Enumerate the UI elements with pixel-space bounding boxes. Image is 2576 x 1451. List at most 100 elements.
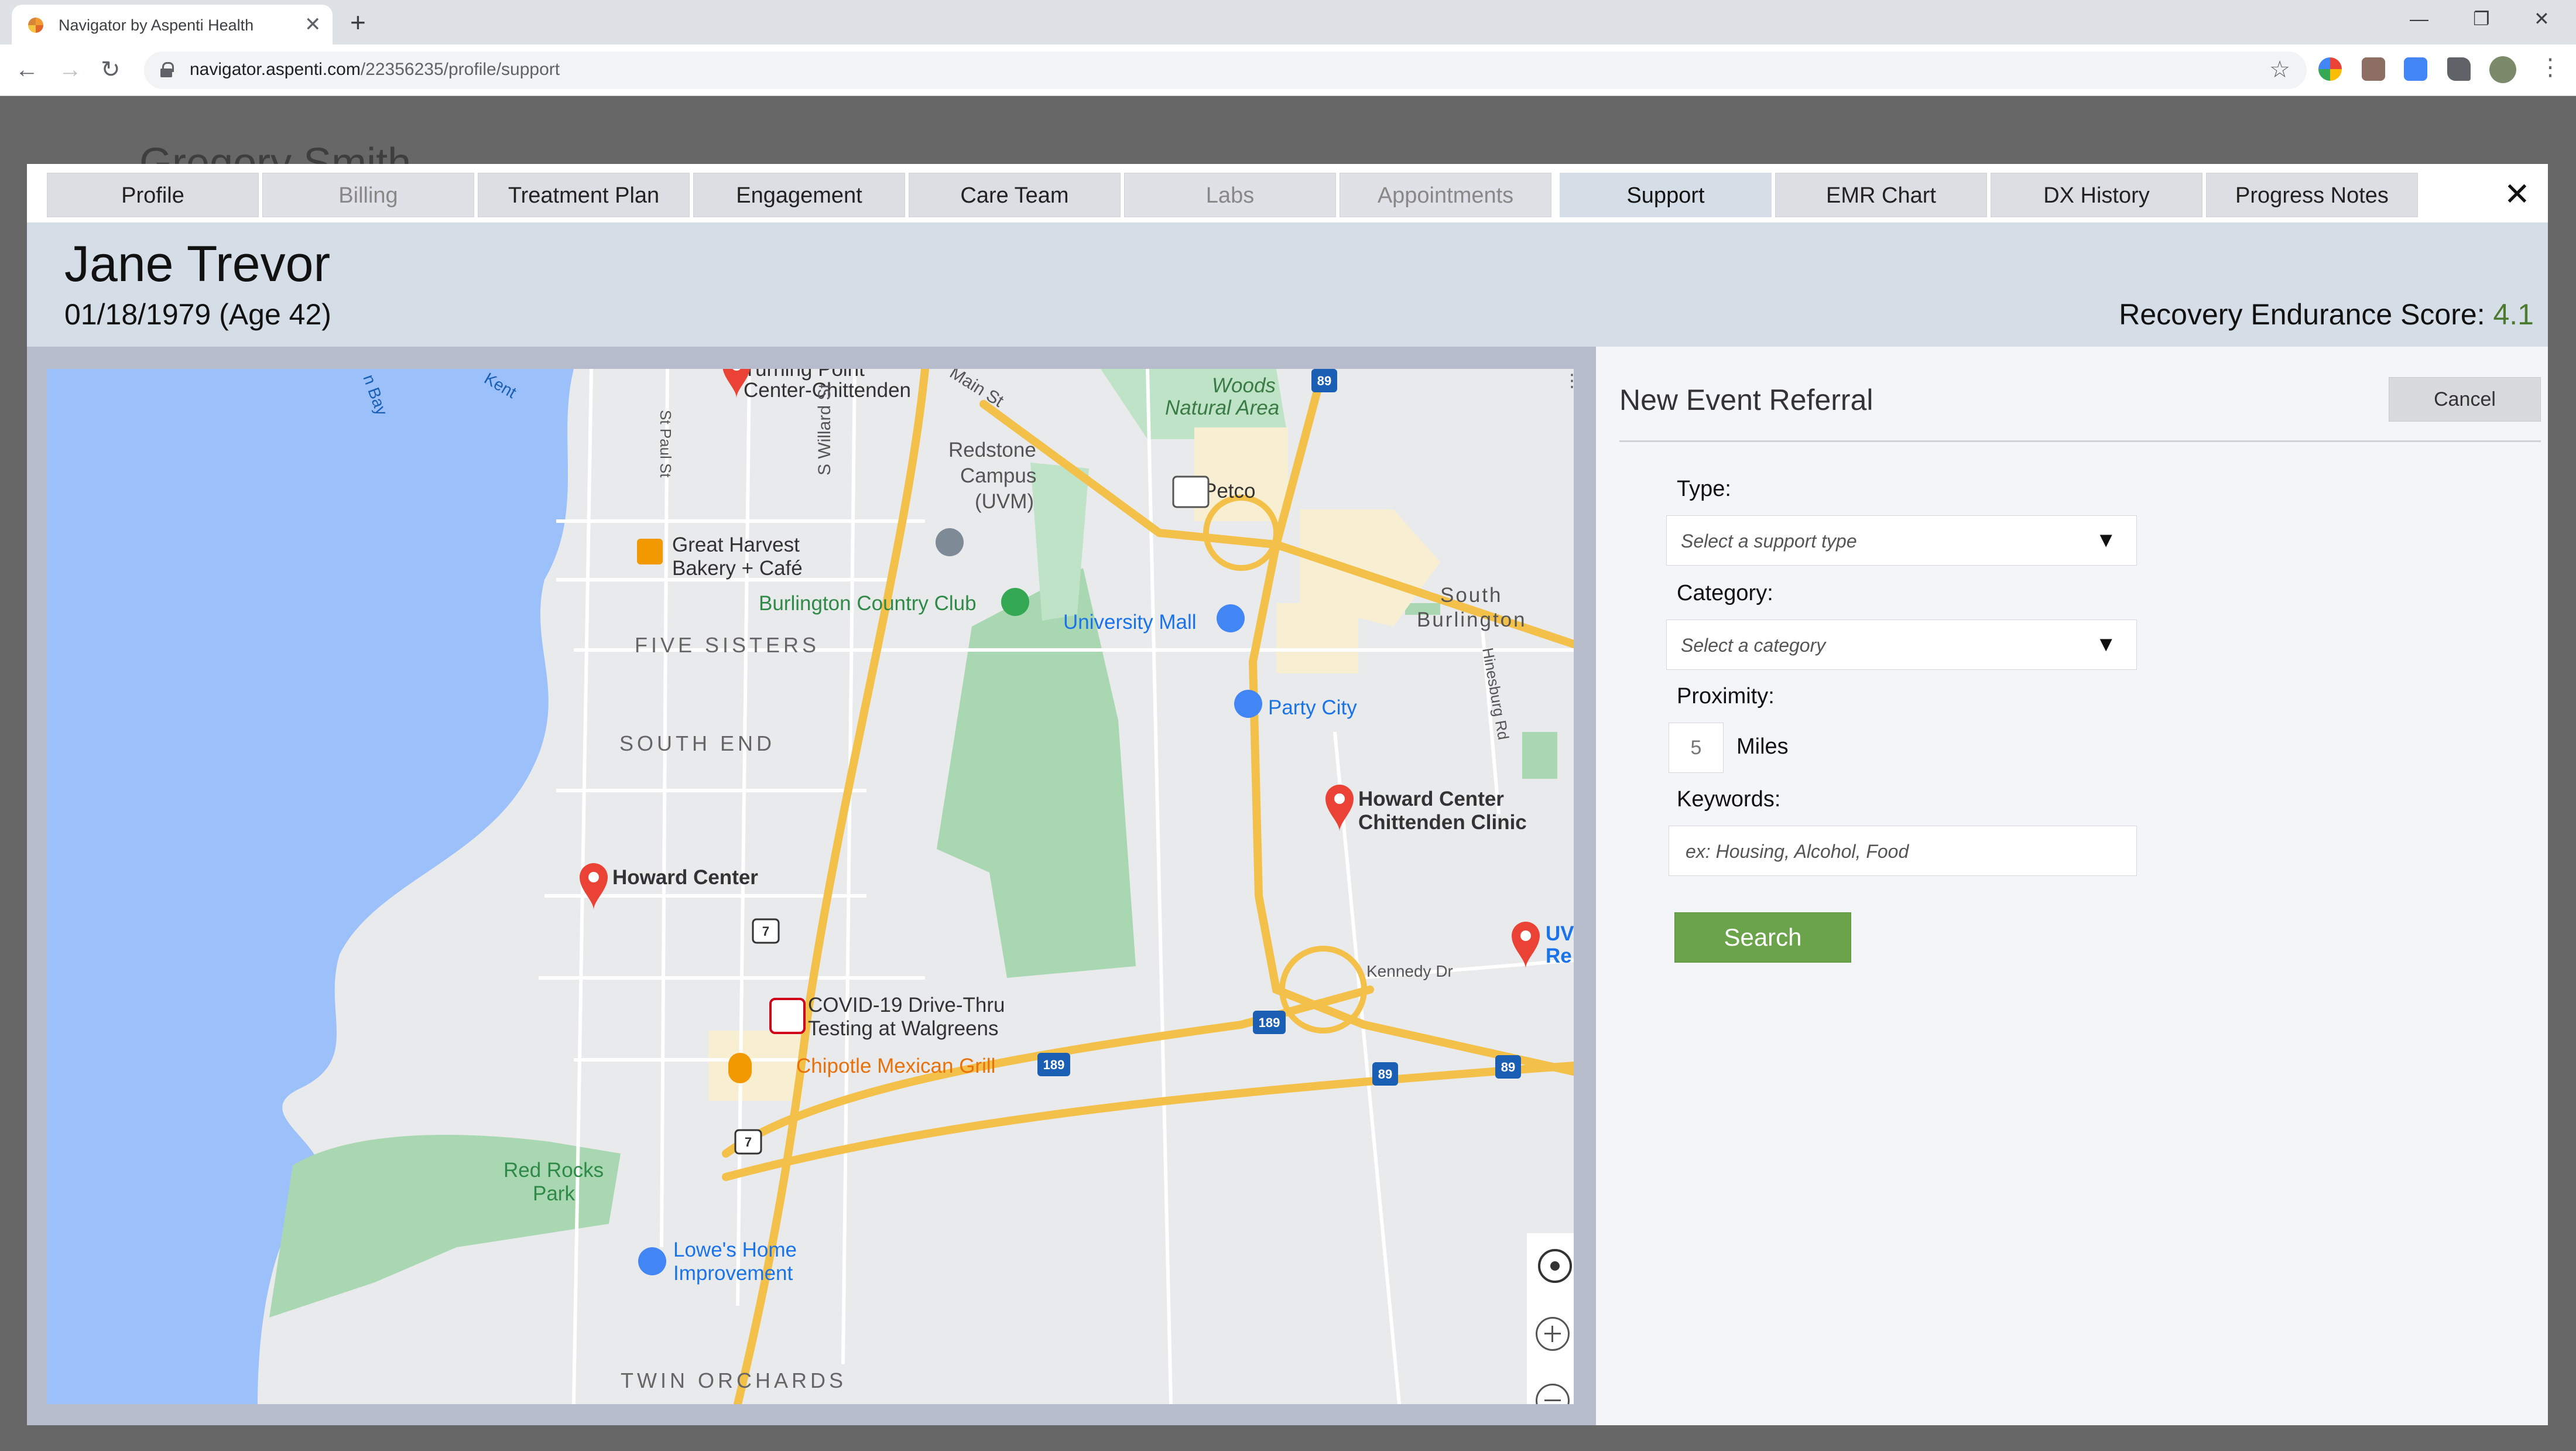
address-bar[interactable]: navigator.aspenti.com/22356235/profile/s…: [144, 52, 2307, 89]
dropdown-arrow-icon: ▼: [2095, 632, 2116, 656]
recovery-score-value: 4.1: [2493, 298, 2534, 331]
svg-text:7: 7: [762, 924, 769, 939]
commercial-area: [1194, 427, 1288, 521]
tab-engagement[interactable]: Engagement: [693, 173, 905, 217]
wallet-extension-icon[interactable]: [2362, 57, 2385, 81]
keywords-label: Keywords:: [1677, 787, 1781, 812]
forward-arrow-icon[interactable]: →: [59, 55, 82, 84]
zoom-in-icon[interactable]: [1534, 1315, 1571, 1353]
map-label: Woods: [1212, 374, 1276, 397]
restaurant-icon: [637, 539, 663, 564]
map-label: Petco: [1203, 480, 1256, 502]
reload-icon[interactable]: ↻: [101, 55, 121, 84]
window-close-icon[interactable]: ✕: [2534, 7, 2550, 30]
modal-close-icon[interactable]: ✕: [2504, 177, 2530, 212]
map-label: Improvement: [673, 1262, 793, 1285]
divider: [1619, 440, 2541, 442]
minimize-icon[interactable]: —: [2410, 7, 2428, 30]
back-arrow-icon[interactable]: ←: [15, 55, 39, 84]
map-label: Kennedy Dr: [1366, 962, 1453, 980]
tab-treatment-plan[interactable]: Treatment Plan: [478, 173, 690, 217]
golf-icon: [1001, 588, 1029, 616]
miles-label: Miles: [1736, 734, 1789, 759]
map-label: Redstone: [948, 439, 1036, 461]
map-label: UV: [1546, 922, 1574, 945]
tab-progress-notes[interactable]: Progress Notes: [2206, 173, 2418, 217]
page-bottom: [0, 1425, 2576, 1451]
support-type-select[interactable]: Select a support type ▼: [1666, 515, 2137, 566]
type-label: Type:: [1677, 477, 1731, 501]
map-label: University Mall: [1063, 611, 1197, 634]
profile-tabs: Profile Billing Treatment Plan Engagemen…: [27, 164, 2548, 223]
map-view[interactable]: Turning Point Center-Chittenden Woods Na…: [47, 369, 1574, 1404]
zoom-out-icon[interactable]: [1534, 1382, 1571, 1404]
school-icon: [936, 528, 964, 556]
svg-text:89: 89: [1501, 1060, 1515, 1074]
map-label: Park: [533, 1182, 575, 1205]
tab-appointments[interactable]: Appointments: [1340, 173, 1551, 217]
browser-menu-icon[interactable]: ⋮: [2539, 53, 2562, 82]
tab-emr-chart[interactable]: EMR Chart: [1775, 173, 1987, 217]
tab-dx-history[interactable]: DX History: [1991, 173, 2202, 217]
shopping-icon: [1217, 604, 1245, 632]
color-extension-icon[interactable]: [2318, 57, 2342, 81]
tab-labs[interactable]: Labs: [1124, 173, 1336, 217]
new-tab-icon[interactable]: +: [350, 6, 366, 39]
browser-tab[interactable]: Navigator by Aspenti Health ✕: [12, 5, 333, 45]
bookmark-star-icon[interactable]: ☆: [2269, 56, 2290, 83]
map-label: Natural Area: [1165, 396, 1279, 419]
referral-panel: New Event Referral Cancel Type: Select a…: [1596, 347, 2548, 1425]
translate-extension-icon[interactable]: [2404, 57, 2427, 81]
map-pin-icon: [1325, 785, 1354, 831]
support-content: Turning Point Center-Chittenden Woods Na…: [27, 347, 2548, 1425]
map-label: Party City: [1268, 696, 1357, 719]
commercial-area: [1276, 603, 1358, 673]
svg-text:89: 89: [1378, 1067, 1392, 1082]
map-label: FIVE SISTERS: [635, 633, 820, 657]
petco-logo-icon: [1172, 475, 1210, 508]
tab-support[interactable]: Support: [1560, 173, 1772, 217]
tab-billing[interactable]: Billing: [262, 173, 474, 217]
browser-tabstrip: Navigator by Aspenti Health ✕ + — ❐ ✕: [0, 0, 2576, 45]
recovery-score: Recovery Endurance Score: 4.1: [2119, 298, 2534, 331]
category-placeholder: Select a category: [1681, 635, 1826, 656]
map-label: Chipotle Mexican Grill: [796, 1055, 995, 1077]
cancel-button[interactable]: Cancel: [2389, 377, 2541, 422]
lock-icon: [160, 62, 174, 77]
map-label: Bakery + Café: [672, 557, 803, 580]
proximity-label: Proximity:: [1677, 684, 1775, 709]
map-menu-icon[interactable]: ⋮: [1563, 372, 1574, 390]
tab-care-team[interactable]: Care Team: [909, 173, 1121, 217]
tab-profile[interactable]: Profile: [47, 173, 259, 217]
close-tab-icon[interactable]: ✕: [304, 13, 321, 36]
svg-text:89: 89: [1317, 374, 1331, 388]
restaurant-icon: [728, 1053, 752, 1083]
category-label: Category:: [1677, 581, 1773, 605]
my-location-icon[interactable]: [1536, 1247, 1574, 1285]
map-label: South: [1440, 584, 1502, 607]
map-pin-icon: [1512, 922, 1540, 969]
search-button[interactable]: Search: [1674, 912, 1851, 963]
svg-text:189: 189: [1259, 1015, 1280, 1030]
profile-avatar[interactable]: [2489, 56, 2516, 83]
url-text: navigator.aspenti.com/22356235/profile/s…: [190, 60, 560, 79]
aspenti-favicon-icon: [28, 18, 43, 33]
map-label: Great Harvest: [672, 533, 800, 556]
browser-tab-title: Navigator by Aspenti Health: [59, 16, 254, 34]
panel-title: New Event Referral: [1619, 384, 1873, 416]
browser-toolbar: ← → ↻ navigator.aspenti.com/22356235/pro…: [0, 45, 2576, 96]
patient-name: Jane Trevor: [64, 236, 331, 292]
map-label: Main St: [946, 369, 1007, 411]
keywords-input[interactable]: ex: Housing, Alcohol, Food: [1669, 826, 2137, 876]
map-label: Howard Center: [612, 866, 758, 889]
map-label: Chittenden Clinic: [1358, 811, 1527, 834]
dropdown-arrow-icon: ▼: [2095, 528, 2116, 552]
category-select[interactable]: Select a category ▼: [1666, 620, 2137, 670]
map-label: Burlington Country Club: [759, 592, 977, 615]
support-type-placeholder: Select a support type: [1681, 531, 1857, 552]
map-label: S Willard St: [815, 384, 834, 475]
extensions-puzzle-icon[interactable]: [2447, 57, 2471, 81]
map-label: COVID-19 Drive-Thru: [808, 994, 1005, 1017]
restore-icon[interactable]: ❐: [2473, 7, 2490, 30]
proximity-input[interactable]: 5: [1669, 723, 1724, 773]
